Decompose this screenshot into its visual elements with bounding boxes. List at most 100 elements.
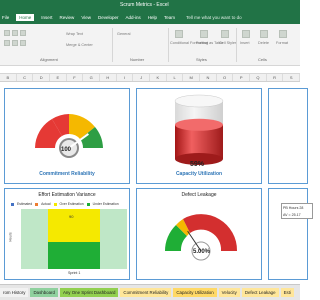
- column-header[interactable]: S: [283, 74, 301, 81]
- column-header[interactable]: E: [50, 74, 67, 81]
- effort-bar-over: [48, 209, 100, 242]
- tab-estimation[interactable]: Esti: [280, 288, 294, 297]
- align-right-icon[interactable]: [20, 40, 26, 46]
- menu-file[interactable]: File: [2, 15, 9, 20]
- column-header[interactable]: L: [167, 74, 184, 81]
- align-bottom-icon[interactable]: [20, 30, 26, 36]
- effort-estimation-panel[interactable]: Effort Estimation Variance Estimated Act…: [4, 188, 130, 280]
- effort-bar-label: 90: [69, 214, 74, 219]
- menu-home[interactable]: Home: [16, 13, 35, 21]
- delete-cells-button[interactable]: Delete: [258, 41, 269, 45]
- ribbon-separator: [168, 28, 169, 62]
- align-middle-icon[interactable]: [12, 30, 18, 36]
- sheet-tab-bar: rom History Dashboard Any One Sprint Das…: [0, 284, 300, 300]
- tab-capacity-utilization[interactable]: Capacity Utilization: [173, 288, 217, 297]
- ribbon-separator: [112, 28, 113, 62]
- column-header[interactable]: O: [217, 74, 234, 81]
- side-panel-top[interactable]: [268, 88, 308, 184]
- effort-y-label: Hours: [8, 232, 13, 242]
- column-headers: B C D E F G H I J K L M N O P Q R S: [0, 74, 301, 82]
- cell-styles-icon[interactable]: [221, 30, 229, 38]
- format-cells-icon[interactable]: [279, 30, 287, 38]
- group-label-styles: Styles: [196, 57, 207, 62]
- legend-over: Over Estimation: [59, 202, 84, 206]
- capacity-cylinder: [174, 94, 224, 165]
- column-header[interactable]: M: [183, 74, 201, 81]
- group-label-alignment: Alignment: [40, 57, 58, 62]
- column-header[interactable]: I: [117, 74, 134, 81]
- side-panel-bottom[interactable]: PB Hours 28 AV = 25.17: [268, 188, 313, 280]
- group-label-cells: Cells: [258, 57, 267, 62]
- window-title: Scrum Metrics - Excel: [120, 2, 169, 8]
- column-header[interactable]: C: [17, 74, 34, 81]
- insert-cells-icon[interactable]: [242, 30, 250, 38]
- effort-legend: Estimated Actual Over Estimation Under E…: [11, 201, 127, 207]
- column-header[interactable]: H: [100, 74, 117, 81]
- tab-any-one-sprint-dashboard[interactable]: Any One Sprint Dashboard: [59, 288, 119, 297]
- menu-view[interactable]: View: [81, 15, 91, 20]
- column-header[interactable]: Q: [250, 74, 267, 81]
- legend-actual: Actual: [41, 202, 51, 206]
- pb-hours-line: PB Hours 28: [283, 206, 304, 210]
- commitment-reliability-panel[interactable]: 100 Commitment Reliability: [4, 88, 130, 184]
- column-header[interactable]: G: [83, 74, 101, 81]
- format-cells-button[interactable]: Format: [276, 41, 288, 45]
- column-header[interactable]: K: [150, 74, 167, 81]
- formula-bar[interactable]: [0, 66, 300, 74]
- column-header[interactable]: D: [33, 74, 51, 81]
- leakage-value: 5.00%: [193, 249, 211, 255]
- cylinder-fill-top: [175, 118, 223, 131]
- column-header[interactable]: J: [133, 74, 151, 81]
- tab-commitment-reliability[interactable]: Commitment Reliability: [120, 288, 172, 297]
- conditional-formatting-icon[interactable]: [175, 30, 183, 38]
- cell-styles-button[interactable]: Cell Styles: [219, 41, 237, 45]
- legend-under: Under Estimation: [92, 202, 119, 206]
- menu-team[interactable]: Team: [164, 15, 175, 20]
- capacity-title: Capacity Utilization: [175, 171, 223, 177]
- legend-estimated: Estimated: [17, 202, 33, 206]
- legend-swatch-under: [86, 202, 90, 206]
- column-header[interactable]: N: [200, 74, 217, 81]
- wrap-text-button[interactable]: Wrap Text: [66, 32, 83, 36]
- column-header[interactable]: F: [67, 74, 84, 81]
- number-format-select[interactable]: General: [117, 32, 131, 36]
- pb-hours-box: PB Hours 28 AV = 25.17: [281, 203, 313, 219]
- worksheet[interactable]: 100 Commitment Reliability 59% Capacity …: [0, 82, 313, 284]
- tab-velocity[interactable]: Velocity: [218, 288, 240, 297]
- align-left-icon[interactable]: [4, 40, 10, 46]
- defect-leakage-panel[interactable]: Defect Leakage 5.00%: [136, 188, 262, 280]
- commitment-gauge: [35, 114, 103, 158]
- menu-developer[interactable]: Developer: [98, 15, 119, 20]
- tell-me-box[interactable]: Tell me what you want to do: [186, 15, 242, 20]
- capacity-utilization-panel[interactable]: 59% Capacity Utilization: [136, 88, 262, 184]
- column-header[interactable]: R: [267, 74, 284, 81]
- legend-swatch-actual: [35, 202, 39, 206]
- tab-defect-leakage[interactable]: Defect Leakage: [241, 288, 279, 297]
- tab-dashboard[interactable]: Dashboard: [30, 288, 58, 297]
- delete-cells-icon[interactable]: [260, 30, 268, 38]
- tab-sprint-history[interactable]: rom History: [0, 288, 29, 297]
- effort-title: Effort Estimation Variance: [38, 192, 96, 198]
- leakage-gauge: [164, 214, 238, 261]
- menu-bar: File Home Insert Review View Developer A…: [0, 10, 300, 24]
- format-as-table-icon[interactable]: [200, 30, 208, 38]
- column-header[interactable]: B: [0, 74, 17, 81]
- merge-center-button[interactable]: Merge & Center: [66, 43, 93, 47]
- menu-add-ins[interactable]: Add-ins: [126, 15, 141, 20]
- ribbon: Wrap Text Merge & Center General Conditi…: [0, 24, 300, 66]
- ribbon-separator: [236, 28, 237, 62]
- insert-cells-button[interactable]: Insert: [240, 41, 250, 45]
- group-label-number: Number: [130, 57, 145, 62]
- effort-plot-area: 90: [21, 209, 127, 269]
- capacity-value: 59%: [190, 161, 205, 168]
- align-center-icon[interactable]: [12, 40, 18, 46]
- leakage-title: Defect Leakage: [181, 192, 217, 198]
- effort-bar-under: [48, 242, 100, 269]
- menu-insert[interactable]: Insert: [41, 15, 52, 20]
- menu-help[interactable]: Help: [148, 15, 157, 20]
- legend-swatch-estimated: [11, 202, 14, 206]
- legend-swatch-over: [53, 202, 57, 206]
- menu-review[interactable]: Review: [60, 15, 75, 20]
- align-top-icon[interactable]: [4, 30, 10, 36]
- column-header[interactable]: P: [233, 74, 251, 81]
